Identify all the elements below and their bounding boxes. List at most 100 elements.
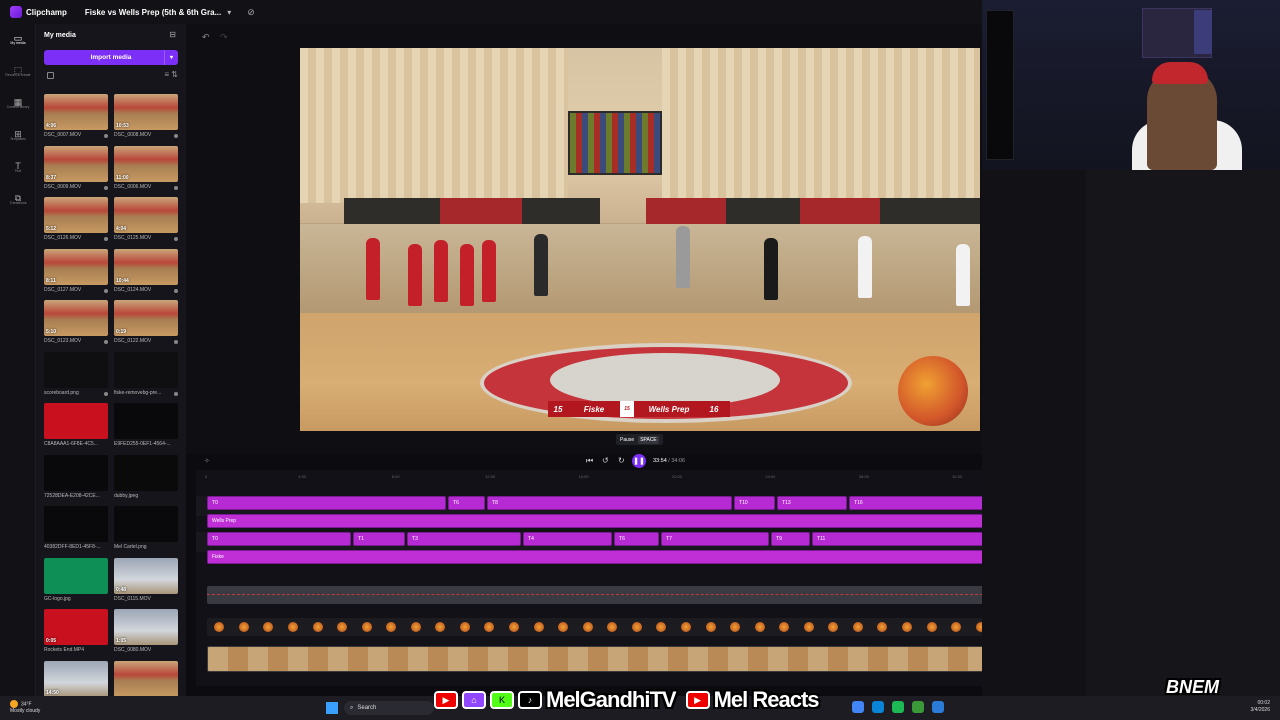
rail-item-transitions[interactable]: ⧉ Transitions	[0, 184, 36, 216]
timeline-clip[interactable]: T 11	[812, 532, 991, 546]
pause-button[interactable]: ❚❚	[632, 454, 646, 468]
logo-clip[interactable]	[705, 622, 716, 632]
timeline-clip[interactable]: Wells Prep	[207, 514, 993, 528]
media-thumbnail[interactable]	[114, 506, 178, 542]
sort-icon[interactable]: ≡ ⇅	[164, 70, 178, 79]
media-item[interactable]: C8A8AAA1-6F8E-4C5...	[44, 403, 108, 447]
logo-clip[interactable]	[730, 622, 741, 632]
media-thumbnail[interactable]: 0:19	[114, 300, 178, 336]
logo-clip[interactable]	[533, 622, 544, 632]
chevron-down-icon[interactable]: ▾	[164, 50, 178, 65]
logo-track[interactable]	[207, 618, 993, 636]
media-item[interactable]: 8:37 DSC_0009.MOV	[44, 145, 108, 190]
logo-clip[interactable]	[459, 622, 470, 632]
logo-clip[interactable]	[582, 622, 593, 632]
logo-clip[interactable]	[263, 622, 274, 632]
media-thumbnail[interactable]	[44, 506, 108, 542]
media-thumbnail[interactable]: 8:11	[44, 248, 108, 285]
media-thumbnail[interactable]: 11:00	[114, 145, 178, 182]
media-thumbnail[interactable]: 5:12	[44, 197, 108, 233]
rail-item-content-library[interactable]: ▦ Content library	[0, 88, 36, 120]
select-all-checkbox[interactable]	[47, 72, 54, 79]
cloud-sync-icon[interactable]: ⊘	[247, 7, 255, 18]
timeline-clip[interactable]: T 3	[407, 532, 521, 546]
system-clock[interactable]: 00:02 3/4/2026	[1251, 700, 1270, 714]
logo-clip[interactable]	[361, 622, 372, 632]
media-thumbnail[interactable]	[44, 557, 108, 594]
logo-clip[interactable]	[852, 622, 863, 632]
video-preview[interactable]: 15 Fiske 15 Wells Prep 16	[300, 48, 980, 431]
magic-tools-icon[interactable]: ✧	[204, 457, 210, 465]
timeline-clip[interactable]: T 6	[448, 496, 485, 510]
logo-clip[interactable]	[828, 622, 839, 632]
media-item[interactable]: 0:19 DSC_0122.MOV	[114, 300, 178, 344]
logo-clip[interactable]	[926, 622, 937, 632]
media-thumbnail[interactable]: 4:06	[44, 94, 108, 130]
media-thumbnail[interactable]	[44, 454, 108, 491]
media-thumbnail[interactable]	[44, 351, 108, 388]
rail-item-text[interactable]: T Text	[0, 152, 36, 184]
logo-clip[interactable]	[607, 622, 618, 632]
media-thumbnail[interactable]	[114, 403, 178, 439]
media-item[interactable]	[114, 660, 178, 699]
timeline-clip[interactable]: T 8	[487, 496, 732, 510]
logo-clip[interactable]	[877, 622, 888, 632]
timeline-clip[interactable]: T 0	[207, 496, 446, 510]
timeline-clip[interactable]: T 6	[614, 532, 659, 546]
timeline-clip[interactable]: T 0	[207, 532, 351, 546]
logo-clip[interactable]	[484, 622, 495, 632]
media-thumbnail[interactable]: 0:05	[44, 609, 108, 645]
media-thumbnail[interactable]: 0:48	[114, 557, 178, 594]
media-thumbnail[interactable]	[44, 403, 108, 439]
rewind-5s-icon[interactable]: ↺	[602, 456, 609, 465]
rail-item-record[interactable]: ⬚ Record & create	[0, 56, 36, 88]
media-thumbnail[interactable]: 5:10	[44, 300, 108, 336]
media-thumbnail[interactable]	[114, 454, 178, 491]
text-track-away-name[interactable]: Wells Prep	[207, 514, 993, 528]
media-thumbnail[interactable]: 4:04	[114, 197, 178, 233]
media-thumbnail[interactable]: 1:05	[114, 609, 178, 645]
video-track[interactable]	[207, 646, 993, 672]
media-item[interactable]: Mel Cartel.png	[114, 506, 178, 550]
timeline-ruler[interactable]: 04:008:0012:0016:0020:0024:0028:0032:003…	[196, 470, 1084, 484]
timeline-clip[interactable]: Fiske	[207, 550, 993, 564]
media-item[interactable]: 8:11 DSC_0127.MOV	[44, 248, 108, 293]
media-item[interactable]: 0:48 DSC_0115.MOV	[114, 557, 178, 602]
media-item[interactable]: 1:05 DSC_0080.MOV	[114, 609, 178, 653]
media-item[interactable]: scoreboard.png	[44, 351, 108, 396]
chrome-icon[interactable]	[852, 701, 864, 713]
media-item[interactable]: 10:44 DSC_0124.MOV	[114, 248, 178, 293]
timeline-clip[interactable]: T 1	[353, 532, 405, 546]
app-icon[interactable]	[932, 701, 944, 713]
timeline-clip[interactable]: T 4	[523, 532, 612, 546]
redo-icon[interactable]: ↷	[220, 32, 228, 43]
taskbar-search[interactable]: ⌕ Search	[344, 701, 434, 715]
logo-clip[interactable]	[287, 622, 298, 632]
logo-clip[interactable]	[337, 622, 348, 632]
timeline-clip[interactable]: T 13	[777, 496, 847, 510]
timeline-clip[interactable]: T 7	[661, 532, 769, 546]
chevron-down-icon[interactable]: ▾	[227, 8, 231, 17]
media-item[interactable]: 4:06 DSC_0007.MOV	[44, 94, 108, 138]
text-track-home-score[interactable]: T 0T 6T 8T 10 T 13 T 16	[207, 496, 993, 510]
media-thumbnail[interactable]: 10:53	[114, 94, 178, 130]
timeline-clip[interactable]: T 16	[849, 496, 991, 510]
media-item[interactable]: 5:10 DSC_0123.MOV	[44, 300, 108, 344]
media-item[interactable]: 4:04 DSC_0125.MOV	[114, 197, 178, 241]
edge-icon[interactable]	[872, 701, 884, 713]
media-thumbnail[interactable]: 10:44	[114, 248, 178, 285]
forward-5s-icon[interactable]: ↻	[618, 456, 625, 465]
timeline-clip[interactable]: T 9	[771, 532, 810, 546]
logo-clip[interactable]	[435, 622, 446, 632]
media-item[interactable]: 0:05 Rockets End.MP4	[44, 609, 108, 653]
media-thumbnail[interactable]: 14:50	[44, 660, 108, 697]
timeline-clip[interactable]: T 10	[734, 496, 775, 510]
spotify-icon[interactable]	[892, 701, 904, 713]
logo-clip[interactable]	[509, 622, 520, 632]
import-media-button[interactable]: Import media ▾	[44, 50, 178, 65]
logo-clip[interactable]	[558, 622, 569, 632]
media-thumbnail[interactable]	[114, 351, 178, 388]
logo-clip[interactable]	[238, 622, 249, 632]
skip-to-start-icon[interactable]: ⏮	[586, 456, 593, 466]
media-item[interactable]: fiske-removebg-pre...	[114, 351, 178, 396]
